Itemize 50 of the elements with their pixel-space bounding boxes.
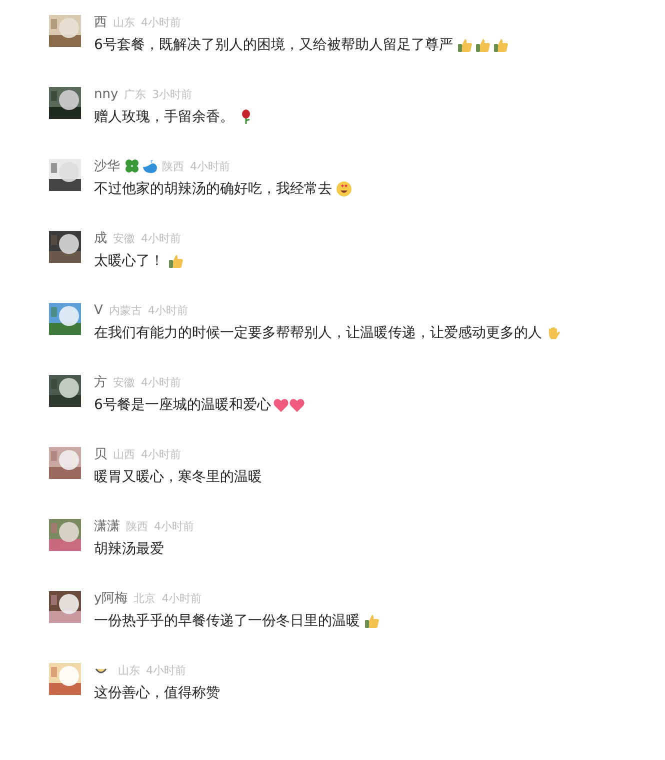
clover-icon — [124, 158, 140, 174]
user-name[interactable]: V — [94, 304, 103, 316]
location: 北京 — [134, 592, 156, 604]
timestamp: 4小时前 — [148, 304, 188, 316]
comment-text: 这份善心，值得称赞 — [94, 684, 220, 703]
user-name[interactable]: 方 — [94, 376, 107, 388]
hand-icon — [546, 325, 562, 341]
thumbs-up-icon — [456, 37, 473, 53]
comment-text: 6号餐是一座城的温暖和爱心 — [94, 396, 271, 415]
timestamp: 4小时前 — [146, 664, 186, 676]
timestamp: 4小时前 — [190, 160, 230, 172]
timestamp: 4小时前 — [141, 376, 181, 388]
location: 山东 — [113, 16, 135, 28]
timestamp: 4小时前 — [162, 592, 202, 604]
user-name[interactable]: 成 — [94, 232, 107, 244]
thumbs-up-icon — [364, 613, 380, 629]
heart-eyes-face-icon — [336, 181, 352, 197]
thumbs-up-icon — [168, 253, 184, 269]
location: 山西 — [113, 448, 135, 460]
location: 山东 — [118, 664, 140, 676]
location: 安徽 — [113, 376, 135, 388]
heart-icon — [288, 398, 305, 412]
user-name[interactable]: 西 — [94, 16, 107, 28]
location: 安徽 — [113, 232, 135, 244]
user-name[interactable]: 贝 — [94, 448, 107, 460]
timestamp: 4小时前 — [141, 16, 181, 28]
comment-text: 暖胃又暖心，寒冬里的温暖 — [94, 468, 262, 487]
user-name[interactable]: y阿梅 — [94, 592, 128, 604]
comment-text: 不过他家的胡辣汤的确好吃，我经常去 — [94, 180, 332, 199]
timestamp: 4小时前 — [141, 232, 181, 244]
location: 内蒙古 — [108, 304, 142, 316]
location: 广东 — [124, 88, 146, 100]
comment-text: 一份热乎乎的早餐传递了一份冬日里的温暖 — [94, 612, 360, 631]
user-name[interactable]: nny — [94, 88, 118, 100]
heart-icon — [272, 398, 289, 412]
timestamp: 4小时前 — [154, 520, 194, 532]
comment-text: 在我们有能力的时候一定要多帮帮别人，让温暖传递，让爱感动更多的人 — [94, 324, 542, 343]
whale-icon — [142, 158, 158, 174]
comment-text: 6号套餐，既解决了别人的困境，又给被帮助人留足了尊严 — [94, 36, 453, 55]
user-name[interactable]: 潇潇 — [94, 520, 120, 532]
thumbs-up-icon — [474, 37, 491, 53]
comment-text: 胡辣汤最爱 — [94, 540, 164, 559]
thumbs-up-icon — [492, 37, 509, 53]
comment-text: 太暖心了！ — [94, 252, 164, 271]
timestamp: 4小时前 — [141, 448, 181, 460]
comment-text: 赠人玫瑰，手留余香。 — [94, 108, 234, 127]
user-name[interactable]: 沙华 — [94, 160, 120, 172]
location: 陕西 — [126, 520, 148, 532]
location: 陕西 — [162, 160, 184, 172]
timestamp: 3小时前 — [152, 88, 192, 100]
